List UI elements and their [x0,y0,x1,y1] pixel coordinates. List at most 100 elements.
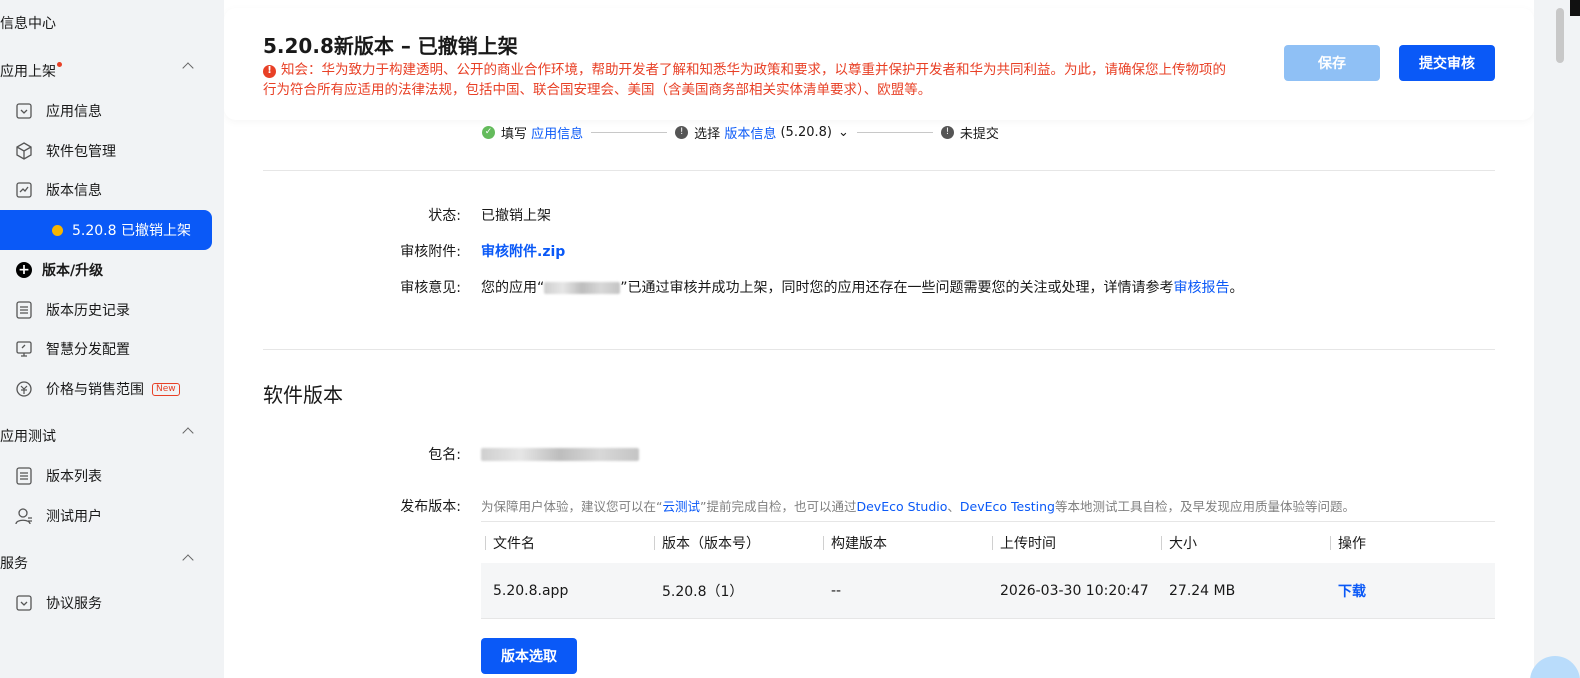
sidebar-item-version-list[interactable]: 版本列表 [0,456,212,496]
sidebar-item-agreement-service[interactable]: 协议服务 [0,583,212,623]
sidebar-group-app-test[interactable]: 应用测试 [0,416,212,456]
step-link-app-info[interactable]: 应用信息 [531,124,583,141]
opinion-label: 审核意见: [400,280,461,296]
column-header: 构建版本 [819,522,988,564]
user-icon [14,506,34,526]
chevron-up-icon[interactable] [182,427,194,439]
app-window: 信息中心 应用上架 应用信息 软件包管理 版本信息 5.20.8 已撤销上架 +… [0,0,1580,678]
opinion-text-part: 您的应用“ [481,280,545,296]
attachment-label: 审核附件: [400,244,461,260]
page-header: 5.20.8新版本 – 已撤销上架 ! 知会：华为致力于构建透明、公开的商业合作环… [224,8,1534,120]
sidebar: 信息中心 应用上架 应用信息 软件包管理 版本信息 5.20.8 已撤销上架 +… [0,0,224,678]
info-circle-icon: ! [940,125,954,139]
sidebar-item-version-history[interactable]: 版本历史记录 [0,290,212,330]
cell-size: 27.24 MB [1169,582,1236,599]
sidebar-item-label: 版本历史记录 [46,303,130,319]
page-title: 5.20.8新版本 – 已撤销上架 [263,34,518,58]
sidebar-item-label: 软件包管理 [46,144,116,160]
column-header: 文件名 [481,522,650,564]
sidebar-item-active-version[interactable]: 5.20.8 已撤销上架 [0,210,212,250]
save-button[interactable]: 保存 [1284,45,1380,81]
release-hint: 为保障用户体验，建议您可以在“云测试”提前完成自检，也可以通过DevEco St… [481,496,1355,515]
sidebar-item-price-sales[interactable]: 价格与销售范围 New [0,369,212,409]
sidebar-item-label: 5.20.8 已撤销上架 [72,223,191,239]
column-header: 大小 [1157,522,1326,564]
version-pick-button[interactable]: 版本选取 [481,638,577,674]
step-connector [591,131,668,133]
divider [263,349,1495,350]
sidebar-item-app-info[interactable]: 应用信息 [0,91,212,131]
history-list-icon [14,300,34,320]
distribution-icon [14,339,34,359]
redacted-package-name [481,447,639,461]
table-row: 5.20.8.app 5.20.8（1） -- 2026-03-30 10:20… [481,563,1495,619]
status-dot [52,224,63,236]
status-value: 已撤销上架 [481,208,551,224]
sidebar-group-label: 应用上架 [0,64,56,80]
divider [263,170,1495,171]
status-label: 状态: [428,208,461,224]
column-header: 操作 [1326,522,1495,564]
chevron-up-icon[interactable] [182,62,194,74]
redacted-app-name [544,282,621,294]
submit-review-button[interactable]: 提交审核 [1399,45,1495,81]
step-link-version-info[interactable]: 版本信息 [724,124,776,141]
info-circle-icon: ! [675,125,689,139]
sidebar-item-label: 智慧分发配置 [46,342,130,358]
cell-version: 5.20.8（1） [662,583,744,600]
check-circle-icon: ✓ [482,125,495,139]
sidebar-item-package-mgmt[interactable]: 软件包管理 [0,131,212,171]
cloud-test-link[interactable]: 云测试 [662,499,700,514]
package-label: 包名: [428,447,461,463]
opinion-text-part: ”已通过审核并成功上架，同时您的应用还存在一些问题需要您的关注或处理，详情请参考 [620,280,1174,296]
deveco-testing-link[interactable]: DevEco Testing [960,499,1055,514]
hint-text: 、 [947,499,960,514]
floating-assistant-button[interactable] [1530,656,1580,678]
sidebar-item-label: 价格与销售范围 [46,382,144,398]
table-header: 文件名 版本（版本号） 构建版本 上传时间 大小 操作 [481,521,1495,563]
new-badge: New [152,382,180,396]
sidebar-group-publish[interactable]: 应用上架 [0,51,212,91]
sidebar-item-label: 测试用户 [46,509,102,525]
attachment-link[interactable]: 审核附件.zip [481,241,565,261]
review-report-link[interactable]: 审核报告 [1174,280,1230,296]
section-title: 软件版本 [263,383,343,407]
plus-circle-icon: + [16,262,32,278]
sidebar-item-label: 协议服务 [46,596,102,612]
warning-icon: ! [263,64,276,78]
opinion-text-part: 。 [1229,280,1244,296]
sidebar-group-version-info[interactable]: 版本信息 [0,170,212,210]
step-label: 填写 [501,126,528,141]
sidebar-item-smart-distribution[interactable]: 智慧分发配置 [0,329,212,369]
notice-text: 行为符合所有应适用的法律法规，包括中国、联合国安理会、美国（含美国商务部相关实体… [263,82,932,98]
version-table: 文件名 版本（版本号） 构建版本 上传时间 大小 操作 5.20.8.app 5… [481,521,1495,619]
hint-text: ”提前完成自检，也可以通过 [700,499,857,514]
download-link[interactable]: 下载 [1326,581,1495,601]
scrollbar[interactable] [1556,8,1564,63]
sidebar-item-label: 版本列表 [46,469,102,485]
sidebar-group-services[interactable]: 服务 [0,543,212,583]
chevron-up-icon[interactable] [182,554,194,566]
cell-upload-time: 2026-03-30 10:20:47 [1000,582,1149,599]
cell-file: 5.20.8.app [493,582,569,599]
release-label: 发布版本: [400,499,461,515]
window-corner [1570,0,1580,16]
form-icon [14,101,34,121]
main-panel: ✓ 填写 应用信息 ! 选择 版本信息 (5.20.8) ⌄ ! 未提交 5.2… [224,0,1534,678]
sidebar-item-info-center[interactable]: 信息中心 [0,3,212,43]
chevron-down-icon[interactable]: ⌄ [838,125,849,140]
step-version: (5.20.8) [780,124,832,140]
sidebar-item-test-users[interactable]: 测试用户 [0,496,212,536]
step-label: 未提交 [959,126,999,141]
step-label: 选择 [694,126,721,141]
sidebar-item-version-upgrade[interactable]: + 版本/升级 [0,250,212,290]
sidebar-item-label: 信息中心 [0,16,56,32]
sidebar-group-label: 版本信息 [46,183,102,199]
deveco-studio-link[interactable]: DevEco Studio [856,499,947,514]
agreement-icon [14,593,34,613]
sidebar-group-label: 应用测试 [0,429,56,445]
opinion-text: 您的应用“ ”已通过审核并成功上架，同时您的应用还存在一些问题需要您的关注或处理，… [481,277,1244,297]
package-icon [14,141,34,161]
version-chart-icon [14,180,34,200]
progress-steps: ✓ 填写 应用信息 ! 选择 版本信息 (5.20.8) ⌄ ! 未提交 [482,124,999,140]
